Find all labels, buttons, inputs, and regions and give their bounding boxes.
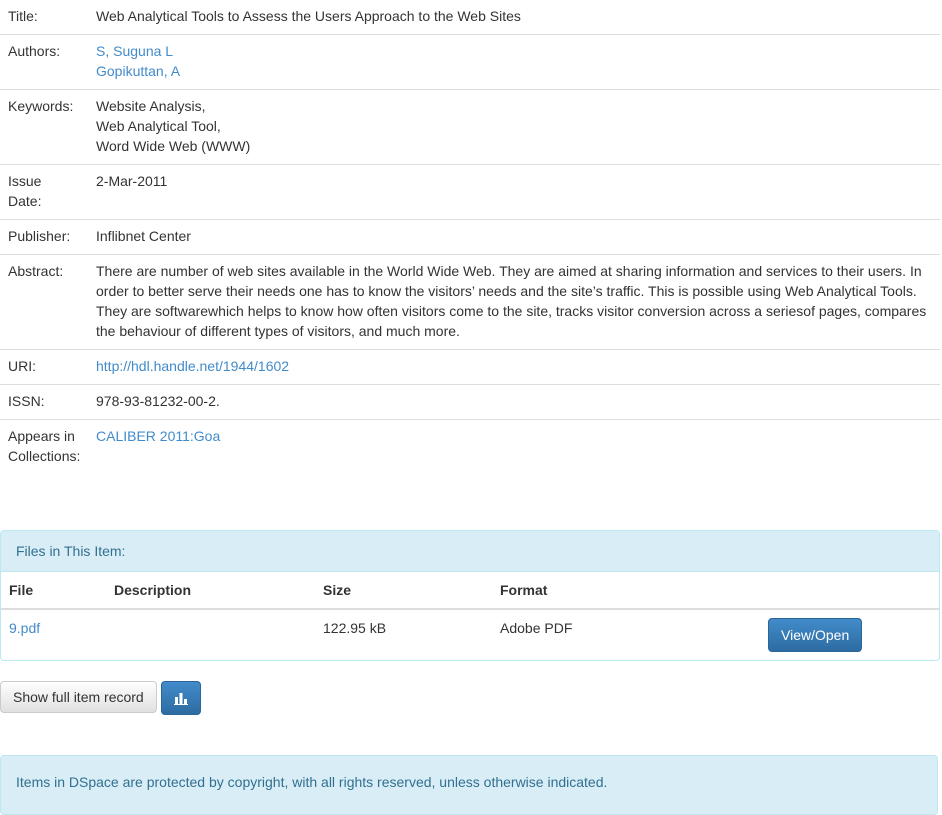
metadata-label: Title: — [0, 0, 88, 35]
author-link[interactable]: S, Suguna L — [96, 41, 932, 61]
metadata-row-issue-date: Issue Date: 2-Mar-2011 — [0, 164, 940, 220]
table-row: 9.pdf 122.95 kB Adobe PDF View/Open — [1, 609, 939, 660]
metadata-row-issn: ISSN: 978-93-81232-00-2. — [0, 384, 940, 420]
issn-value: 978-93-81232-00-2. — [88, 384, 940, 420]
metadata-label: ISSN: — [0, 384, 88, 420]
file-link[interactable]: 9.pdf — [9, 620, 40, 636]
metadata-label: Publisher: — [0, 219, 88, 255]
files-panel-heading: Files in This Item: — [1, 531, 939, 572]
publisher-value: Inflibnet Center — [88, 219, 940, 255]
abstract-line: They are softwarewhich helps to know how… — [96, 303, 927, 319]
uri-link[interactable]: http://hdl.handle.net/1944/1602 — [96, 358, 289, 374]
abstract-line: There are number of web sites available … — [96, 263, 922, 279]
metadata-row-authors: Authors: S, Suguna L Gopikuttan, A — [0, 34, 940, 90]
column-header-format: Format — [492, 572, 760, 610]
metadata-row-keywords: Keywords: Website Analysis, Web Analytic… — [0, 89, 940, 165]
metadata-label: Appears in Collections: — [8, 428, 81, 464]
metadata-label: Keywords: — [0, 89, 88, 165]
bar-chart-icon — [174, 693, 188, 705]
authors-value: S, Suguna L Gopikuttan, A — [88, 34, 940, 90]
uri-value: http://hdl.handle.net/1944/1602 — [88, 349, 940, 385]
collections-value: CALIBER 2011:Goa — [88, 420, 940, 475]
files-table-header: File Description Size Format — [1, 572, 939, 610]
keyword: Website Analysis, — [96, 98, 206, 114]
view-open-button[interactable]: View/Open — [768, 618, 863, 652]
keyword: Web Analytical Tool, — [96, 118, 221, 134]
file-format: Adobe PDF — [500, 620, 573, 636]
author-link[interactable]: Gopikuttan, A — [96, 61, 932, 81]
metadata-label: Abstract: — [0, 254, 88, 350]
files-panel: Files in This Item: File Description Siz… — [0, 530, 940, 661]
issue-date-value: 2-Mar-2011 — [88, 164, 940, 220]
show-full-record-button[interactable]: Show full item record — [0, 681, 157, 713]
column-header-file: File — [1, 572, 106, 610]
metadata-row-uri: URI: http://hdl.handle.net/1944/1602 — [0, 349, 940, 385]
item-title: Web Analytical Tools to Assess the Users… — [88, 0, 940, 35]
statistics-button[interactable] — [161, 681, 201, 715]
metadata-row-collections: Appears in Collections: CALIBER 2011:Goa — [0, 420, 940, 475]
file-size: 122.95 kB — [323, 620, 387, 636]
metadata-label: Authors: — [0, 34, 88, 90]
copyright-notice: Items in DSpace are protected by copyrig… — [0, 755, 938, 815]
files-table: File Description Size Format 9.pdf 122.9… — [1, 572, 939, 660]
column-header-action — [760, 572, 939, 610]
metadata-row-abstract: Abstract: There are number of web sites … — [0, 254, 940, 350]
abstract-value: There are number of web sites available … — [88, 254, 940, 350]
metadata-row-title: Title: Web Analytical Tools to Assess th… — [0, 0, 940, 35]
metadata-row-publisher: Publisher: Inflibnet Center — [0, 219, 940, 255]
metadata-label: Issue Date: — [0, 164, 88, 220]
abstract-line: the behaviour of different types of visi… — [96, 323, 460, 339]
collection-link[interactable]: CALIBER 2011:Goa — [96, 428, 220, 444]
column-header-description: Description — [106, 572, 315, 610]
metadata-label: URI: — [0, 349, 88, 385]
keywords-value: Website Analysis, Web Analytical Tool, W… — [88, 89, 940, 165]
item-metadata-table: Title: Web Analytical Tools to Assess th… — [0, 0, 940, 474]
file-description — [106, 609, 315, 660]
abstract-line: order to better serve their needs one ha… — [96, 283, 917, 299]
keyword: Word Wide Web (WWW) — [96, 138, 251, 154]
column-header-size: Size — [315, 572, 492, 610]
